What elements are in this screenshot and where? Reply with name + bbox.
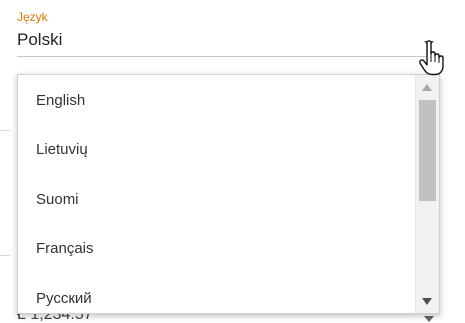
language-settings-panel: Język Polski Ł 1,234.57 English Lietuvių… [0,0,465,323]
language-dropdown-list[interactable]: English Lietuvių Suomi Français Русский [17,74,440,314]
option-english[interactable]: English [18,76,415,125]
caret-down-icon[interactable] [424,316,434,322]
language-select[interactable]: Język Polski [17,8,440,58]
scroll-down-arrow-icon[interactable] [422,298,432,305]
dropdown-options: English Lietuvių Suomi Français Русский [18,75,415,313]
language-selected-value[interactable]: Polski [17,30,62,50]
hand-pointer-icon [419,40,444,76]
option-suomi[interactable]: Suomi [18,175,415,224]
option-francais[interactable]: Français [18,224,415,273]
option-russkiy[interactable]: Русский [18,274,415,313]
option-lietuviu[interactable]: Lietuvių [18,125,415,174]
background-divider [0,130,10,131]
field-underline [17,56,440,57]
scrollbar-thumb[interactable] [419,100,436,201]
background-divider [0,255,10,256]
scroll-up-arrow-icon[interactable] [422,84,432,91]
language-label: Język [17,10,48,24]
dropdown-scrollbar[interactable] [415,75,439,313]
